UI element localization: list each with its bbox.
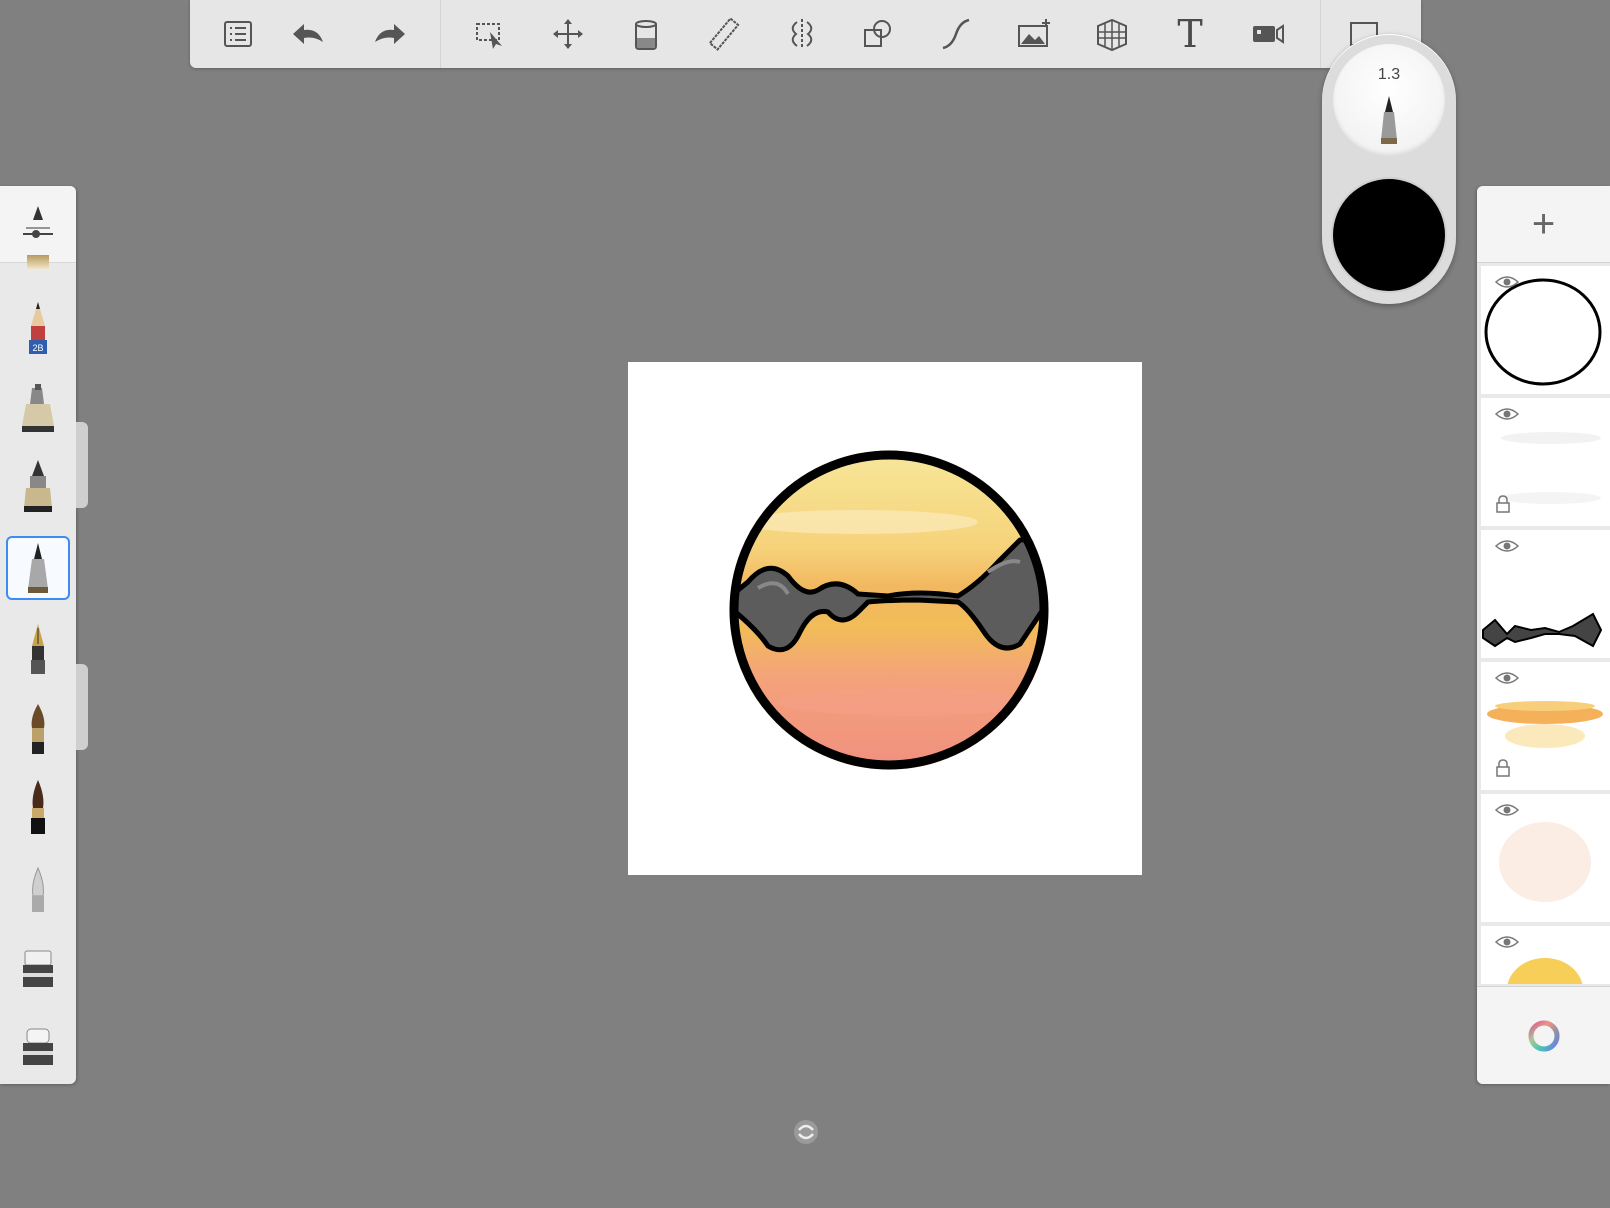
shapes-icon[interactable] [854,10,902,58]
symmetry-icon[interactable] [778,10,826,58]
paintbrush-brush[interactable] [6,698,70,762]
layer-mountains[interactable] [1481,530,1610,658]
hidden-brush-top [6,252,70,272]
undo-icon[interactable] [284,10,332,58]
add-layer-button[interactable]: + [1477,186,1610,263]
fountain-pen-brush[interactable] [6,618,70,682]
airbrush-brush[interactable] [6,376,70,440]
left-scroll-handle[interactable] [76,422,88,508]
ruler-icon[interactable] [700,10,748,58]
text-icon[interactable]: T [1166,10,1214,58]
ballpoint-brush[interactable] [6,536,70,600]
layer-circle-outline[interactable] [1481,266,1610,394]
ink-brush[interactable] [6,776,70,840]
pencil-brush[interactable]: 2B [6,296,70,360]
airbrush-icon [22,384,54,432]
paintbrush-icon [31,704,45,754]
smudge-brush[interactable] [6,858,70,922]
layer-haze[interactable] [1481,398,1610,526]
ink-brush-icon [31,780,45,834]
drawing-canvas[interactable] [628,362,1142,875]
add-image-icon[interactable] [1010,10,1058,58]
layer-list-icon[interactable] [214,10,262,58]
layer-sunset-stripe[interactable] [1481,662,1610,790]
marker-icon [24,460,52,512]
lock-icon [1496,495,1510,513]
brush-size-value: 1.3 [1377,66,1401,83]
marker-brush[interactable] [6,454,70,518]
artwork [729,450,1049,770]
lock-icon [1496,759,1510,777]
fountain-pen-icon [31,624,45,674]
brush-puck[interactable]: 1.3 [1322,34,1456,304]
plus-icon: + [1531,202,1556,246]
transform-icon[interactable] [544,10,592,58]
eye-icon[interactable] [1495,406,1519,422]
eye-icon[interactable] [1495,934,1519,950]
rotate-icon [794,1120,818,1144]
color-picker-button[interactable] [1477,986,1610,1084]
layer-sun[interactable] [1481,926,1610,984]
smudge-icon [32,866,44,912]
redo-icon[interactable] [366,10,414,58]
eye-icon[interactable] [1495,538,1519,554]
eye-icon[interactable] [1495,274,1519,290]
eraser-icon [23,950,53,987]
ballpoint-pen-icon [1381,96,1397,144]
canvas-rotate-handle[interactable] [792,1118,820,1146]
eraser-alt-icon [23,1028,53,1065]
record-icon[interactable] [1244,10,1292,58]
color-swatch[interactable] [1333,179,1445,291]
layer-pink-wash[interactable] [1481,794,1610,922]
svg-text:2B: 2B [32,343,43,353]
eye-icon[interactable] [1495,802,1519,818]
selection-icon[interactable] [466,10,514,58]
ballpoint-pen-icon [28,543,48,593]
left-scroll-handle[interactable] [76,664,88,750]
stroke-icon[interactable] [932,10,980,58]
brush-settings-icon [23,206,53,238]
color-wheel-icon [1528,1020,1559,1052]
layers-panel: + [1477,186,1610,1084]
perspective-icon[interactable] [1088,10,1136,58]
eye-icon[interactable] [1495,670,1519,686]
brush-palette: 2B [0,186,76,1084]
fill-icon[interactable] [622,10,670,58]
top-toolbar: T [190,0,1421,68]
eraser-brush[interactable] [6,938,70,1002]
brush-size-control[interactable]: 1.3 [1333,44,1445,156]
eraser-alt-brush[interactable] [6,1016,70,1080]
pencil-icon: 2B [29,302,47,354]
